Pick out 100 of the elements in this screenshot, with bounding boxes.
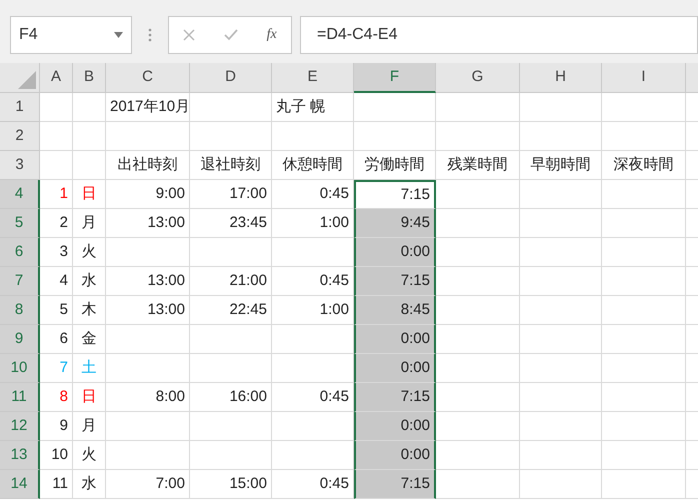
table-cell[interactable] [602,122,686,151]
table-cell[interactable]: 火 [73,238,106,267]
table-cell[interactable]: 13:00 [106,267,190,296]
table-cell[interactable] [436,470,520,499]
row-header[interactable]: 9 [0,325,40,354]
table-cell[interactable] [73,93,106,122]
table-cell[interactable] [520,412,602,441]
table-cell[interactable]: 0:00 [354,412,436,441]
table-cell[interactable]: 出社時刻 [106,151,190,180]
table-cell[interactable]: 17:00 [190,180,272,209]
table-cell[interactable] [73,122,106,151]
table-cell[interactable] [190,238,272,267]
cancel-icon[interactable] [183,28,196,40]
table-cell[interactable] [190,441,272,470]
table-cell[interactable]: 15:00 [190,470,272,499]
table-cell[interactable] [436,325,520,354]
table-cell[interactable]: 水 [73,267,106,296]
table-cell[interactable]: 21:00 [190,267,272,296]
table-cell[interactable]: 2017年10月 [106,93,190,122]
table-cell[interactable]: 木 [73,296,106,325]
table-cell[interactable] [602,325,686,354]
table-cell[interactable]: 0:45 [272,383,354,412]
table-cell[interactable]: 7:15 [354,383,436,412]
table-cell[interactable]: 7:15 [354,470,436,499]
table-cell[interactable]: 11 [40,470,73,499]
table-cell[interactable]: 早朝時間 [520,151,602,180]
table-cell[interactable]: 7:15 [354,180,436,209]
table-cell[interactable]: 1:00 [272,296,354,325]
table-cell[interactable] [40,151,73,180]
table-cell[interactable] [106,412,190,441]
row-header[interactable]: 12 [0,412,40,441]
check-icon[interactable] [224,28,238,40]
row-header[interactable]: 5 [0,209,40,238]
table-cell[interactable] [436,296,520,325]
select-all-icon[interactable] [18,71,36,89]
table-cell[interactable] [106,238,190,267]
table-cell[interactable] [436,383,520,412]
row-header[interactable]: 13 [0,441,40,470]
table-cell[interactable]: 0:45 [272,267,354,296]
row-header[interactable]: 3 [0,151,40,180]
table-cell[interactable]: 労働時間 [354,151,436,180]
table-cell[interactable] [602,296,686,325]
table-cell[interactable]: 0:00 [354,238,436,267]
row-header[interactable]: 14 [0,470,40,499]
table-cell[interactable]: 休憩時間 [272,151,354,180]
table-cell[interactable] [436,180,520,209]
table-cell[interactable] [602,441,686,470]
table-cell[interactable]: 7:15 [354,267,436,296]
table-cell[interactable] [106,441,190,470]
table-cell[interactable] [602,209,686,238]
table-cell[interactable]: 10 [40,441,73,470]
table-cell[interactable] [602,238,686,267]
table-cell[interactable]: 5 [40,296,73,325]
table-cell[interactable] [520,209,602,238]
table-cell[interactable] [602,383,686,412]
table-cell[interactable]: 0:00 [354,354,436,383]
table-cell[interactable]: 0:45 [272,180,354,209]
table-cell[interactable] [520,325,602,354]
table-cell[interactable]: 13:00 [106,296,190,325]
row-header[interactable]: 4 [0,180,40,209]
table-cell[interactable] [106,122,190,151]
table-cell[interactable] [106,325,190,354]
table-cell[interactable]: 1:00 [272,209,354,238]
table-cell[interactable]: 7:00 [106,470,190,499]
table-cell[interactable]: 0:00 [354,325,436,354]
table-cell[interactable] [520,296,602,325]
table-cell[interactable] [602,267,686,296]
insert-function-button[interactable]: fx [266,24,277,45]
row-header[interactable]: 8 [0,296,40,325]
table-cell[interactable] [436,267,520,296]
table-cell[interactable]: 22:45 [190,296,272,325]
row-header[interactable]: 6 [0,238,40,267]
table-cell[interactable] [190,93,272,122]
column-header[interactable]: F [354,63,436,93]
table-cell[interactable] [272,122,354,151]
table-cell[interactable] [190,325,272,354]
table-cell[interactable] [520,238,602,267]
table-cell[interactable] [436,93,520,122]
table-cell[interactable]: 月 [73,209,106,238]
table-cell[interactable] [40,122,73,151]
table-cell[interactable]: 0:00 [354,441,436,470]
table-cell[interactable]: 水 [73,470,106,499]
table-cell[interactable] [602,93,686,122]
table-cell[interactable] [436,122,520,151]
table-cell[interactable]: 13:00 [106,209,190,238]
table-cell[interactable]: 9:00 [106,180,190,209]
table-cell[interactable]: 月 [73,412,106,441]
table-cell[interactable] [520,470,602,499]
table-cell[interactable] [520,354,602,383]
table-cell[interactable] [602,354,686,383]
table-cell[interactable] [602,470,686,499]
table-cell[interactable]: 8 [40,383,73,412]
table-cell[interactable]: 0:45 [272,470,354,499]
table-cell[interactable]: 日 [73,383,106,412]
table-cell[interactable]: 深夜時間 [602,151,686,180]
table-cell[interactable] [436,412,520,441]
row-header[interactable]: 7 [0,267,40,296]
table-cell[interactable]: 2 [40,209,73,238]
table-cell[interactable] [436,441,520,470]
table-cell[interactable] [190,122,272,151]
